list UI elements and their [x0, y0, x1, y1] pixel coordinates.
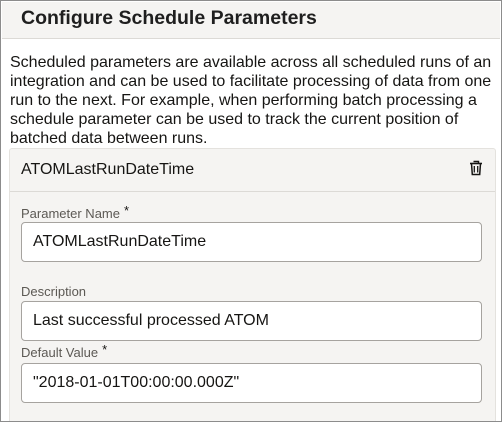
schedule-parameters-panel: Configure Schedule Parameters Scheduled …	[0, 0, 502, 422]
delete-parameter-button[interactable]	[466, 158, 486, 178]
required-marker: *	[102, 342, 108, 357]
default-value-label-text: Default Value	[21, 345, 99, 360]
parameter-card: ATOMLastRunDateTime Parameter Name * ATOM…	[9, 148, 496, 421]
parameter-card-title: ATOMLastRunDateTime	[21, 161, 195, 178]
required-marker: *	[123, 203, 130, 218]
panel-title: Configure Schedule Parameters	[21, 7, 317, 29]
default-value-input[interactable]: "2018-01-01T00:00:00.000Z"	[21, 363, 482, 403]
intro-text: Scheduled parameters are available acros…	[10, 54, 492, 147]
parameter-card-header[interactable]: ATOMLastRunDateTime	[10, 149, 495, 192]
trash-icon	[470, 160, 482, 176]
description-label: Description	[21, 284, 86, 299]
default-value-label: Default Value *	[21, 342, 108, 360]
parameter-name-label-text: Parameter Name	[21, 206, 120, 221]
panel-header: Configure Schedule Parameters	[2, 2, 500, 39]
parameter-name-input[interactable]: ATOMLastRunDateTime	[21, 222, 482, 262]
description-label-text: Description	[21, 284, 87, 299]
description-input[interactable]: Last successful processed ATOM	[21, 301, 482, 341]
parameter-name-label: Parameter Name *	[21, 203, 130, 221]
